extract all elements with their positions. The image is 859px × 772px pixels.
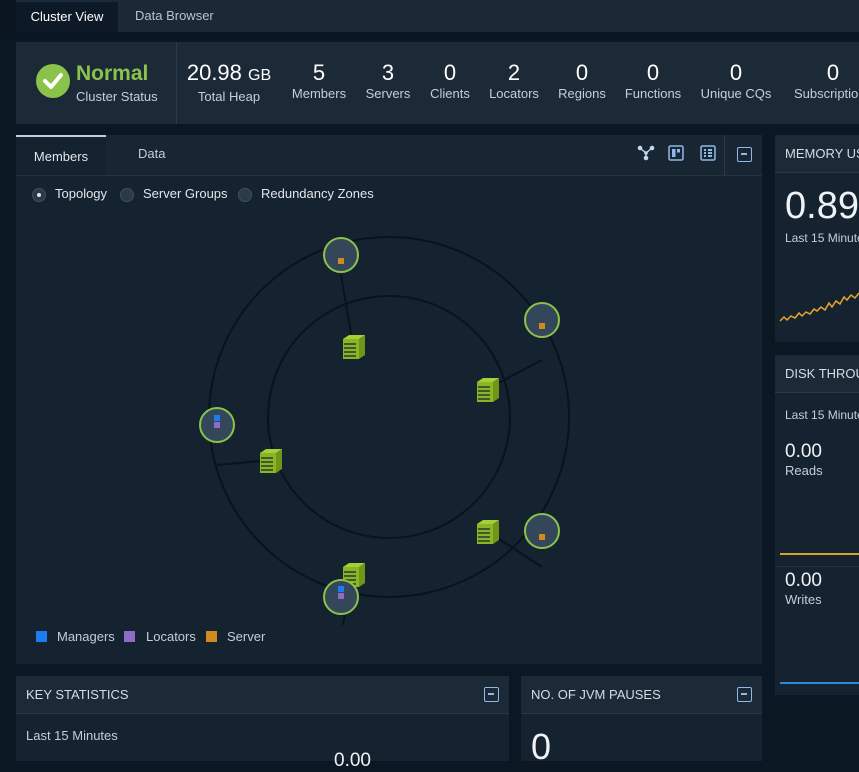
memory-usage-value: 0.89 (785, 185, 859, 227)
metric-value: 0 (443, 60, 457, 85)
metric-total-heap: 20.98 GB Total Heap (186, 60, 272, 104)
metric-locators: 2 Locators (484, 60, 544, 101)
host-icon[interactable] (260, 449, 282, 473)
metric-value: 5 (312, 60, 326, 85)
members-panel: Members Data Topology Server Groups Redu… (16, 135, 762, 664)
writes-line (780, 682, 859, 684)
writes-value: 0.00 (785, 570, 822, 591)
key-statistics-panel: KEY STATISTICS Last 15 Minutes 0.00 (16, 676, 509, 771)
managers-swatch (36, 631, 47, 642)
status-check-icon (36, 64, 70, 98)
legend-managers: Managers (57, 629, 115, 644)
locators-swatch (124, 631, 135, 642)
metric-functions: 0 Functions (620, 60, 686, 101)
table-view-icon[interactable] (700, 145, 716, 161)
disk-throughput-period: Last 15 Minutes (785, 408, 859, 422)
topology-view-icon[interactable] (637, 145, 655, 161)
minimize-members-button[interactable] (737, 147, 752, 162)
tab-members[interactable]: Members (16, 135, 106, 175)
metric-unique-cqs: 0 Unique CQs (696, 60, 776, 101)
legend-server: Server (227, 629, 266, 644)
topology-graph (199, 236, 570, 625)
tab-data-browser[interactable]: Data Browser (135, 0, 214, 32)
key-statistics-period: Last 15 Minutes (26, 728, 118, 743)
member-node-manager-locator[interactable] (323, 579, 359, 615)
metric-label: Locators (489, 86, 539, 101)
tab-data[interactable]: Data (138, 135, 165, 175)
memory-usage-period: Last 15 Minutes (785, 231, 859, 245)
minimize-key-statistics-button[interactable] (484, 687, 499, 702)
metric-label: Regions (558, 86, 606, 101)
metric-members: 5 Members (286, 60, 352, 101)
member-node-server[interactable] (323, 237, 359, 273)
metric-label: Clients (430, 86, 470, 101)
memory-usage-panel: MEMORY USAGE 0.89 Last 15 Minutes (775, 135, 859, 342)
heap-unit: GB (248, 67, 272, 84)
tab-cluster-view[interactable]: Cluster View (16, 0, 118, 32)
member-node-server[interactable] (524, 302, 560, 338)
metric-regions: 0 Regions (552, 60, 612, 101)
legend-locators: Locators (146, 629, 196, 644)
member-node-manager-locator[interactable] (199, 407, 235, 443)
status-state: Normal (76, 62, 149, 85)
grid-view-icon[interactable] (668, 145, 684, 161)
host-icon[interactable] (343, 335, 365, 359)
metric-subscriptions: 0 Subscriptions (788, 60, 859, 101)
minimize-jvm-pauses-button[interactable] (737, 687, 752, 702)
left-edge (0, 0, 16, 32)
metric-value: 3 (381, 60, 395, 85)
disk-divider (775, 566, 859, 567)
jvm-pauses-title: NO. OF JVM PAUSES (521, 676, 762, 714)
metric-label: Functions (624, 86, 682, 101)
metric-value: 0 (646, 60, 660, 85)
metric-label: Servers (365, 86, 411, 101)
heap-value: 20.98 (186, 60, 242, 85)
metric-label: Members (291, 86, 347, 101)
jvm-pauses-value: 0 (531, 726, 552, 767)
metric-label: Unique CQs (700, 86, 772, 101)
members-panel-tabs: Members Data (16, 135, 762, 176)
top-tab-bar: Cluster View Data Browser (0, 0, 859, 33)
metric-value: 2 (507, 60, 521, 85)
metric-clients: 0 Clients (424, 60, 476, 101)
memory-usage-title: MEMORY USAGE (775, 135, 859, 173)
host-icon[interactable] (477, 520, 499, 544)
member-node-server[interactable] (524, 513, 560, 549)
cluster-status-bar: Normal Cluster Status 20.98 GB Total Hea… (16, 42, 859, 124)
reads-value: 0.00 (785, 441, 822, 462)
metric-servers: 3 Servers (361, 60, 415, 101)
cluster-status: Normal Cluster Status (16, 42, 177, 124)
reads-label: Reads (785, 463, 823, 478)
outer-ring (208, 236, 570, 598)
jvm-pauses-panel: NO. OF JVM PAUSES 0 (521, 676, 762, 767)
writes-label: Writes (785, 592, 822, 607)
disk-throughput-panel: DISK THROUGHPUT Last 15 Minutes 0.00 Rea… (775, 355, 859, 695)
server-swatch (206, 631, 217, 642)
inner-ring (267, 295, 511, 539)
host-icon[interactable] (477, 378, 499, 402)
key-statistics-value: 0.00 (334, 750, 371, 771)
status-label: Cluster Status (76, 89, 158, 104)
metric-value: 0 (826, 60, 840, 85)
metric-label: Subscriptions (793, 86, 859, 101)
metric-value: 0 (575, 60, 589, 85)
disk-throughput-title: DISK THROUGHPUT (775, 355, 859, 393)
heap-label: Total Heap (197, 89, 261, 104)
reads-line (780, 553, 859, 555)
toolbar-divider (724, 135, 725, 175)
memory-usage-sparkline (779, 292, 859, 322)
key-statistics-title: KEY STATISTICS (16, 676, 509, 714)
metric-value: 0 (729, 60, 743, 85)
